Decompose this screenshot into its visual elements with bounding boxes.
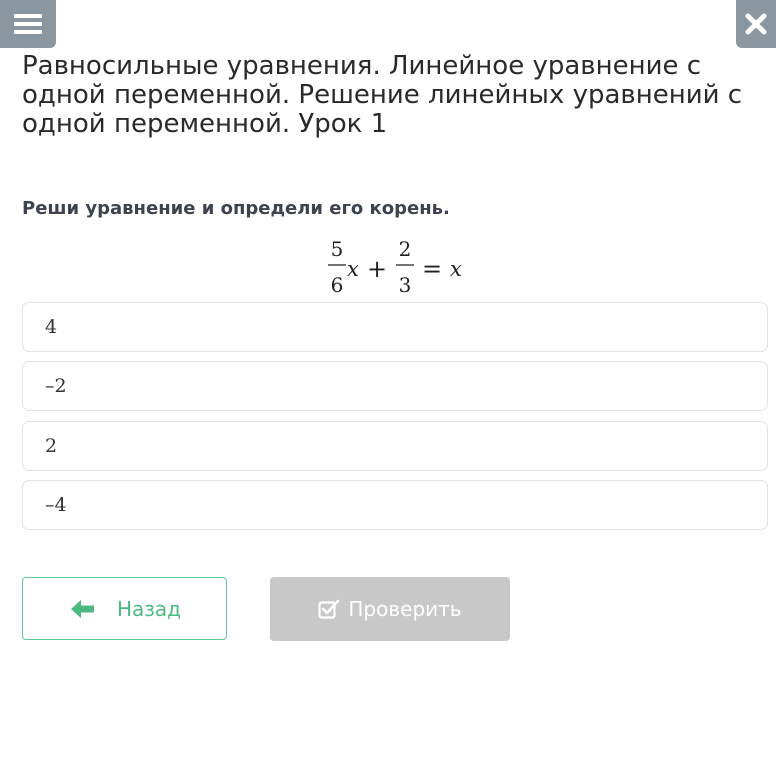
back-button-label: Назад — [117, 596, 182, 621]
lesson-title: Равносильные уравнения. Линейное уравнен… — [22, 51, 743, 139]
frac2-denominator: 3 — [399, 273, 412, 297]
variable-x-right: x — [450, 257, 462, 281]
answer-option[interactable]: –4 — [22, 480, 768, 530]
answer-option[interactable]: 4 — [22, 302, 768, 352]
menu-button[interactable] — [0, 0, 56, 48]
question-text: Реши уравнение и определи его корень. — [22, 198, 450, 219]
plus-sign: + — [367, 255, 387, 283]
answer-option-value: 2 — [45, 435, 58, 457]
close-icon — [745, 13, 767, 35]
back-button[interactable]: Назад — [22, 577, 227, 640]
hamburger-menu-icon — [14, 14, 42, 34]
frac2-numerator: 2 — [399, 237, 412, 261]
frac1-denominator: 6 — [331, 273, 344, 297]
variable-x-left: x — [347, 257, 359, 281]
page: Равносильные уравнения. Линейное уравнен… — [0, 0, 776, 772]
frac1-numerator: 5 — [331, 237, 344, 261]
close-button[interactable] — [736, 0, 776, 48]
equation: 5 6 x + 2 3 = x — [328, 237, 462, 297]
answer-option[interactable]: –2 — [22, 361, 768, 411]
arrow-left-icon — [71, 599, 94, 618]
equals-sign: = — [422, 255, 442, 283]
answer-option-value: –2 — [45, 375, 67, 397]
answer-option[interactable]: 2 — [22, 421, 768, 471]
check-button[interactable]: Проверить — [270, 577, 510, 641]
check-button-label: Проверить — [348, 597, 462, 621]
answer-option-value: –4 — [45, 494, 67, 516]
checkbox-check-icon — [318, 599, 340, 619]
answer-option-value: 4 — [45, 316, 58, 338]
